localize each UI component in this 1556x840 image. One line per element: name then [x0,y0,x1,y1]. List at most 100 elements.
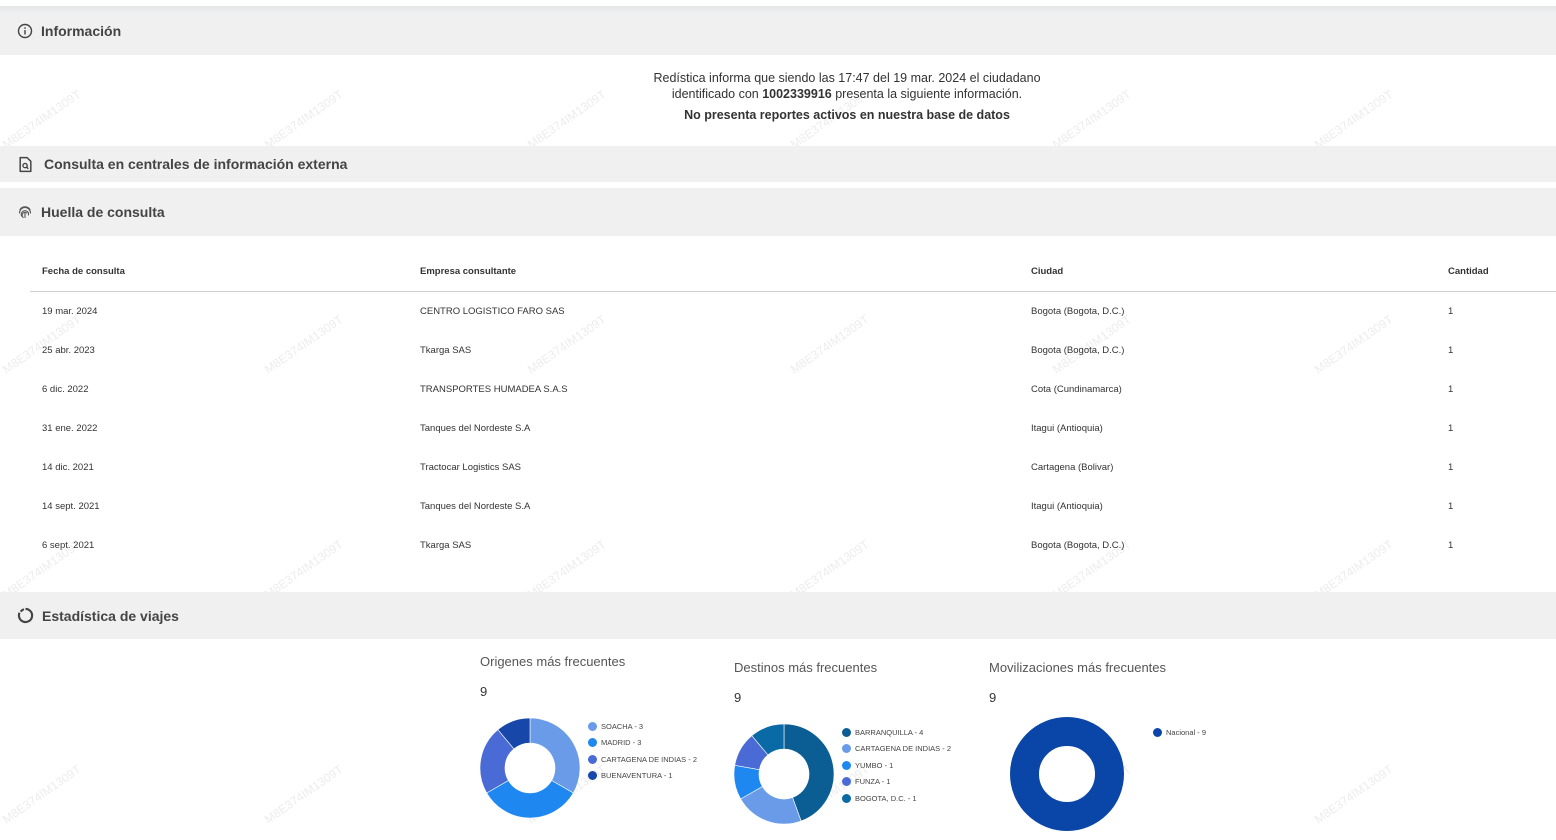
cell-empresa: Tanques del Nordeste S.A [420,423,531,434]
cell-ciudad: Bogota (Bogota, D.C.) [1031,345,1125,356]
cell-empresa: TRANSPORTES HUMADEA S.A.S [420,384,568,395]
info-line-2-suffix: presenta la siguiente información. [831,87,1023,101]
cell-ciudad: Itagui (Antioquia) [1031,423,1103,434]
cell-fecha: 31 ene. 2022 [42,423,98,434]
table-header-row: Fecha de consulta Empresa consultante Ci… [30,252,1556,292]
table-row: 25 abr. 2023 Tkarga SAS Bogota (Bogota, D.… [30,331,1556,370]
section-header-consulta[interactable]: Consulta en centrales de información ext… [0,146,1556,182]
donut-slice[interactable] [529,717,581,794]
info-message: Redística informa que siendo las 17:47 d… [0,70,1556,123]
cell-empresa: Tanques del Nordeste S.A [420,501,531,512]
chart-origenes: Origenes más frecuentes 9 SOACHA - 3 MADR… [480,654,710,826]
legend-label: FUNZA - 1 [855,777,891,787]
legend-item[interactable]: BARRANQUILLA - 4 [842,724,951,741]
section-title-informacion: Información [41,22,122,39]
legend-item[interactable]: CARTAGENA DE INDIAS - 2 [588,751,697,768]
cell-empresa: Tkarga SAS [420,345,472,356]
cell-cantidad: 1 [1448,384,1454,395]
legend-label: BOGOTA, D.C. - 1 [855,793,917,803]
legend-item[interactable]: FUNZA - 1 [842,774,951,791]
donut-slice[interactable] [486,780,574,819]
section-header-informacion[interactable]: Información [0,6,1556,55]
cell-fecha: 14 dic. 2021 [42,462,94,473]
legend-dot-icon [588,754,597,764]
chart-legend: BARRANQUILLA - 4 CARTAGENA DE INDIAS - 2 Y… [842,724,951,807]
cell-empresa: CENTRO LOGISTICO FARO SAS [420,306,565,317]
cell-ciudad: Bogota (Bogota, D.C.) [1031,540,1125,551]
legend-dot-icon [1153,727,1162,737]
cell-empresa: Tkarga SAS [420,540,472,551]
legend-label: Nacional - 9 [1166,727,1207,737]
legend-label: BUENAVENTURA - 1 [601,771,673,781]
chart-movilizaciones: Movilizaciones más frecuentes 9 Nacional… [989,660,1229,831]
table-row: 6 sept. 2021 Tkarga SAS Bogota (Bogota, D.… [30,526,1556,565]
cell-cantidad: 1 [1448,540,1454,551]
legend-dot-icon [842,793,851,803]
legend-label: YUMBO - 1 [855,760,894,770]
donut-slice[interactable] [1010,717,1124,831]
donut-chart [1010,717,1124,831]
column-header-ciudad[interactable]: Ciudad [1019,252,1436,292]
chart-destinos: Destinos más frecuentes 9 BARRANQUILLA -… [734,660,964,826]
legend-dot-icon [842,777,851,787]
table-row: 6 dic. 2022 TRANSPORTES HUMADEA S.A.S Cota… [30,370,1556,409]
cell-empresa: Tractocar Logistics SAS [420,462,522,473]
legend-item[interactable]: BUENAVENTURA - 1 [588,768,697,785]
document-search-icon [19,156,32,172]
legend-item[interactable]: BOGOTA, D.C. - 1 [842,790,951,807]
section-title-consulta: Consulta en centrales de información ext… [44,156,348,172]
legend-dot-icon [842,744,851,754]
section-header-estadistica[interactable]: Estadística de viajes [0,592,1556,639]
cell-cantidad: 1 [1448,501,1454,512]
huella-table: Fecha de consulta Empresa consultante Ci… [30,252,1556,565]
info-icon [17,23,33,38]
column-header-empresa[interactable]: Empresa consultante [408,252,1019,292]
legend-item[interactable]: Nacional - 9 [1153,724,1206,741]
cell-ciudad: Cartagena (Bolivar) [1031,462,1114,473]
info-line-2: identificado con 1002339916 presenta la … [0,86,1556,102]
cell-fecha: 6 dic. 2022 [42,384,89,395]
legend-dot-icon [842,760,851,770]
cell-ciudad: Cota (Cundinamarca) [1031,384,1122,395]
table-row: 19 mar. 2024 CENTRO LOGISTICO FARO SAS Bog… [30,292,1556,332]
watermark-text: M8E374IM1309T [262,762,346,827]
legend-label: BARRANQUILLA - 4 [855,727,924,737]
cell-fecha: 14 sept. 2021 [42,501,100,512]
legend-item[interactable]: MADRID - 3 [588,735,697,752]
cell-fecha: 25 abr. 2023 [42,345,95,356]
cell-cantidad: 1 [1448,306,1454,317]
column-header-fecha[interactable]: Fecha de consulta [30,252,408,292]
cell-cantidad: 1 [1448,423,1454,434]
watermark-text: M8E374IM1309T [1312,762,1396,827]
section-title-huella: Huella de consulta [41,204,165,220]
chart-legend: Nacional - 9 [1153,724,1206,741]
cell-cantidad: 1 [1448,462,1454,473]
fingerprint-icon [18,206,32,219]
legend-dot-icon [588,721,597,731]
cell-fecha: 19 mar. 2024 [42,306,98,317]
circle-chart-icon [17,607,34,624]
legend-item[interactable]: CARTAGENA DE INDIAS - 2 [842,741,951,758]
cell-ciudad: Itagui (Antioquia) [1031,501,1103,512]
chart-legend: SOACHA - 3 MADRID - 3 CARTAGENA DE INDIAS … [588,718,697,784]
legend-dot-icon [588,738,597,748]
table-row: 14 dic. 2021 Tractocar Logistics SAS Carta… [30,448,1556,487]
document-number: 1002339916 [762,87,832,101]
section-title-estadistica: Estadística de viajes [42,607,179,624]
section-header-huella[interactable]: Huella de consulta [0,188,1556,236]
legend-dot-icon [842,727,851,737]
table-row: 31 ene. 2022 Tanques del Nordeste S.A Itag… [30,409,1556,448]
legend-label: SOACHA - 3 [601,721,644,731]
legend-item[interactable]: SOACHA - 3 [588,718,697,735]
legend-item[interactable]: YUMBO - 1 [842,757,951,774]
legend-label: CARTAGENA DE INDIAS - 2 [601,754,697,764]
cell-cantidad: 1 [1448,345,1454,356]
legend-dot-icon [588,771,597,781]
cell-ciudad: Bogota (Bogota, D.C.) [1031,306,1125,317]
legend-label: MADRID - 3 [601,738,642,748]
legend-label: CARTAGENA DE INDIAS - 2 [855,744,951,754]
info-line-2-prefix: identificado con [671,87,763,101]
cell-fecha: 6 sept. 2021 [42,540,95,551]
table-row: 14 sept. 2021 Tanques del Nordeste S.A Ita… [30,487,1556,526]
column-header-cantidad[interactable]: Cantidad [1436,252,1556,292]
